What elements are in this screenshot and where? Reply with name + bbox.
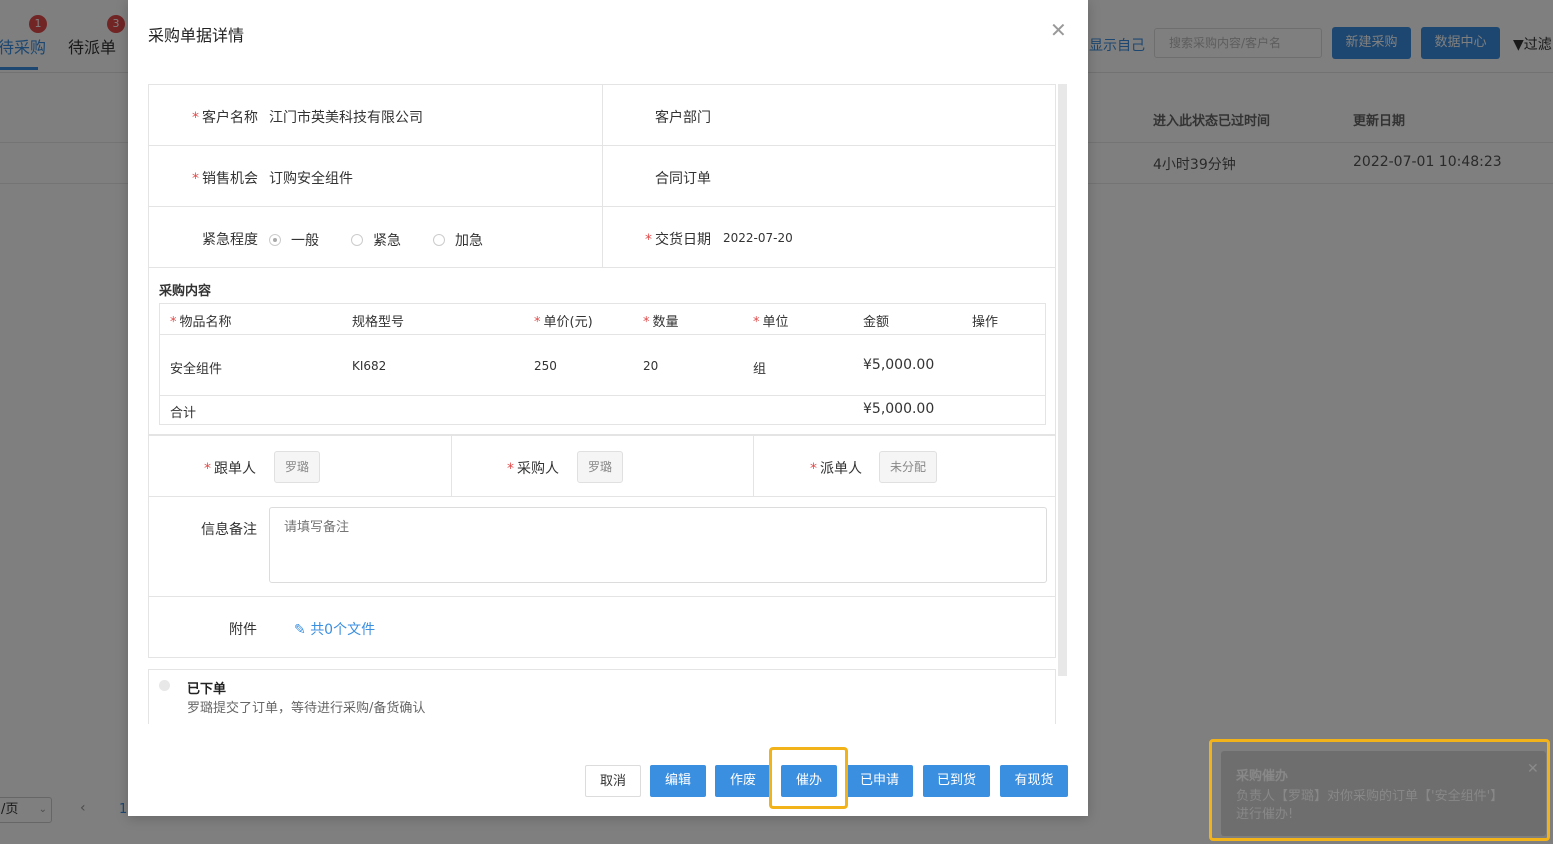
customer-dept-label: 客户部门 [655,110,711,126]
dispatcher-label: * 派单人 [810,461,862,477]
customer-name-value: 江门市英美科技有限公司 [269,110,423,126]
urgency-option-normal[interactable]: 一般 [269,230,319,250]
urgency-option-urgent[interactable]: 紧急 [351,230,401,250]
delivery-date-value: 2022-07-20 [723,231,793,245]
radio-icon [433,234,445,246]
sales-opp-label: * 销售机会 [192,171,258,187]
form-row-people: * 跟单人 罗璐 * 采购人 罗璐 * 派单人 未分配 [148,435,1056,497]
purchase-section-title: 采购内容 [159,284,212,299]
attachment-label: 附件 [229,622,257,638]
divider [602,85,603,145]
required-mark: * [534,315,541,330]
required-mark: * [204,461,211,477]
timeline-dot-icon [159,680,170,691]
required-mark: * [192,110,199,126]
total-amount: ¥5,000.00 [863,401,935,417]
col-qty: * 数量 [643,315,679,330]
applied-button[interactable]: 已申请 [846,765,913,797]
scrollbar[interactable] [1058,84,1067,676]
remark-label: 信息备注 [201,522,257,538]
form-row-sales: * 销售机会 订购安全组件 合同订单 [148,145,1056,207]
total-label: 合计 [170,406,197,421]
purchase-detail-modal: 采购单据详情 ✕ * 客户名称 江门市英美科技有限公司 客户部门 * 销售机会 订购… [128,0,1088,816]
required-mark: * [753,315,760,330]
purchase-total-row: 合计 ¥5,000.00 [160,396,1045,424]
delivery-date-label: * 交货日期 [645,232,711,248]
void-button[interactable]: 作废 [715,765,771,797]
buyer-label: * 采购人 [507,461,559,477]
modal-title: 采购单据详情 [148,26,245,45]
form-row-remark: 信息备注 [148,496,1056,597]
radio-icon [351,234,363,246]
required-mark: * [507,461,514,477]
purchase-table: * 物品名称 规格型号 * 单价(元) * 数量 * 单位 金额 操作 安全组件 KI6… [159,303,1046,425]
col-item: * 物品名称 [170,315,232,330]
required-mark: * [810,461,817,477]
status-timeline: 已下单 罗璐提交了订单，等待进行采购/备货确认 [148,669,1056,724]
dispatcher-tag[interactable]: 未分配 [879,451,938,483]
col-action: 操作 [972,315,999,330]
cell-item: 安全组件 [170,362,223,377]
col-price: * 单价(元) [534,315,593,330]
follower-label: * 跟单人 [204,461,256,477]
cancel-button[interactable]: 取消 [585,765,641,797]
purchase-table-header: * 物品名称 规格型号 * 单价(元) * 数量 * 单位 金额 操作 [160,304,1045,335]
edit-button[interactable]: 编辑 [650,765,706,797]
modal-body: * 客户名称 江门市英美科技有限公司 客户部门 * 销售机会 订购安全组件 合同订单… [148,84,1058,724]
cell-qty: 20 [643,359,659,373]
form-row-urgency: 紧急程度 一般 紧急 加急 * 交货日期 2022-07-20 [148,206,1056,268]
buyer-tag[interactable]: 罗璐 [577,451,624,483]
timeline-status-title: 已下单 [187,682,227,697]
customer-name-label: * 客户名称 [192,110,258,126]
cell-price: 250 [534,359,557,373]
arrived-button[interactable]: 已到货 [923,765,990,797]
highlight-box-notification [1209,739,1550,841]
attachment-link[interactable]: ✎ 共0个文件 [294,619,375,639]
highlight-box-urge [769,747,848,809]
divider [753,436,754,496]
radio-selected-icon [269,234,281,246]
required-mark: * [643,315,650,330]
urgency-option-critical[interactable]: 加急 [433,230,483,250]
col-spec: 规格型号 [352,315,405,330]
divider [602,146,603,206]
follower-tag[interactable]: 罗璐 [274,451,321,483]
close-icon[interactable]: ✕ [1050,18,1067,42]
cell-unit: 组 [753,362,767,377]
form-row-customer: * 客户名称 江门市英美科技有限公司 客户部门 [148,84,1056,146]
table-row: 安全组件 KI682 250 20 组 ¥5,000.00 [160,335,1045,396]
sales-opp-value: 订购安全组件 [269,171,353,187]
remark-textarea[interactable] [269,507,1047,583]
cell-amount: ¥5,000.00 [863,357,935,373]
required-mark: * [170,315,177,330]
required-mark: * [645,232,652,248]
col-amount: 金额 [863,315,890,330]
divider [451,436,452,496]
timeline-status-desc: 罗璐提交了订单，等待进行采购/备货确认 [187,701,426,716]
divider [602,207,603,267]
contract-label: 合同订单 [655,171,711,187]
paperclip-icon: ✎ [294,622,306,638]
form-row-attachment: 附件 ✎ 共0个文件 [148,596,1056,658]
in-stock-button[interactable]: 有现货 [1000,765,1068,797]
cell-spec: KI682 [352,359,387,373]
col-unit: * 单位 [753,315,789,330]
urgency-label: 紧急程度 [202,232,258,248]
required-mark: * [192,171,199,187]
